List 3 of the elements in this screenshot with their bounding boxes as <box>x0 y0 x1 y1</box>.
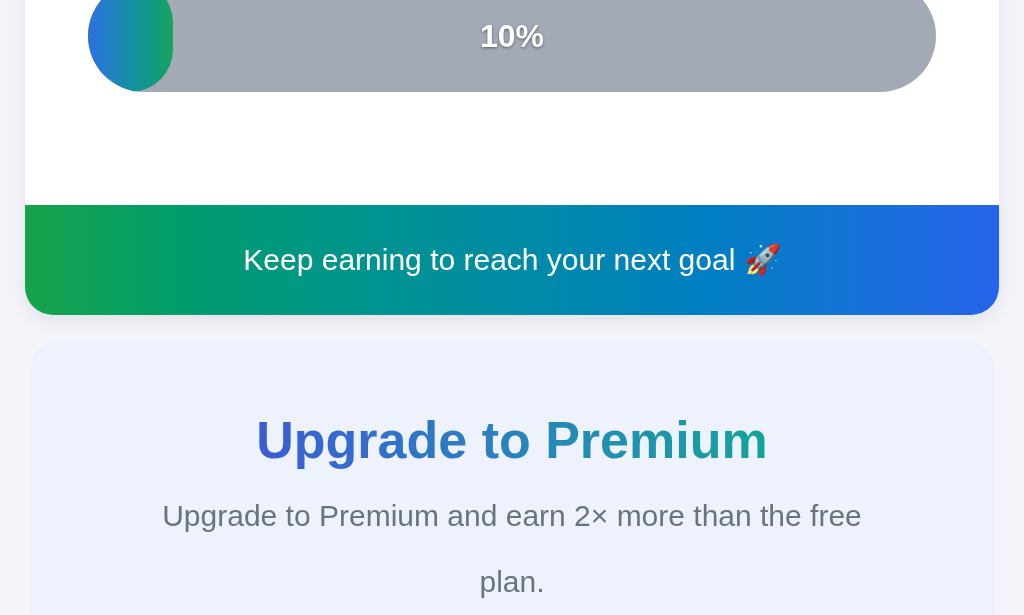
premium-description: Upgrade to Premium and earn 2× more than the free plan. <box>161 498 863 600</box>
goal-message: Keep earning to reach your next goal 🚀 <box>243 242 781 279</box>
progress-percentage: 10% <box>478 17 545 56</box>
